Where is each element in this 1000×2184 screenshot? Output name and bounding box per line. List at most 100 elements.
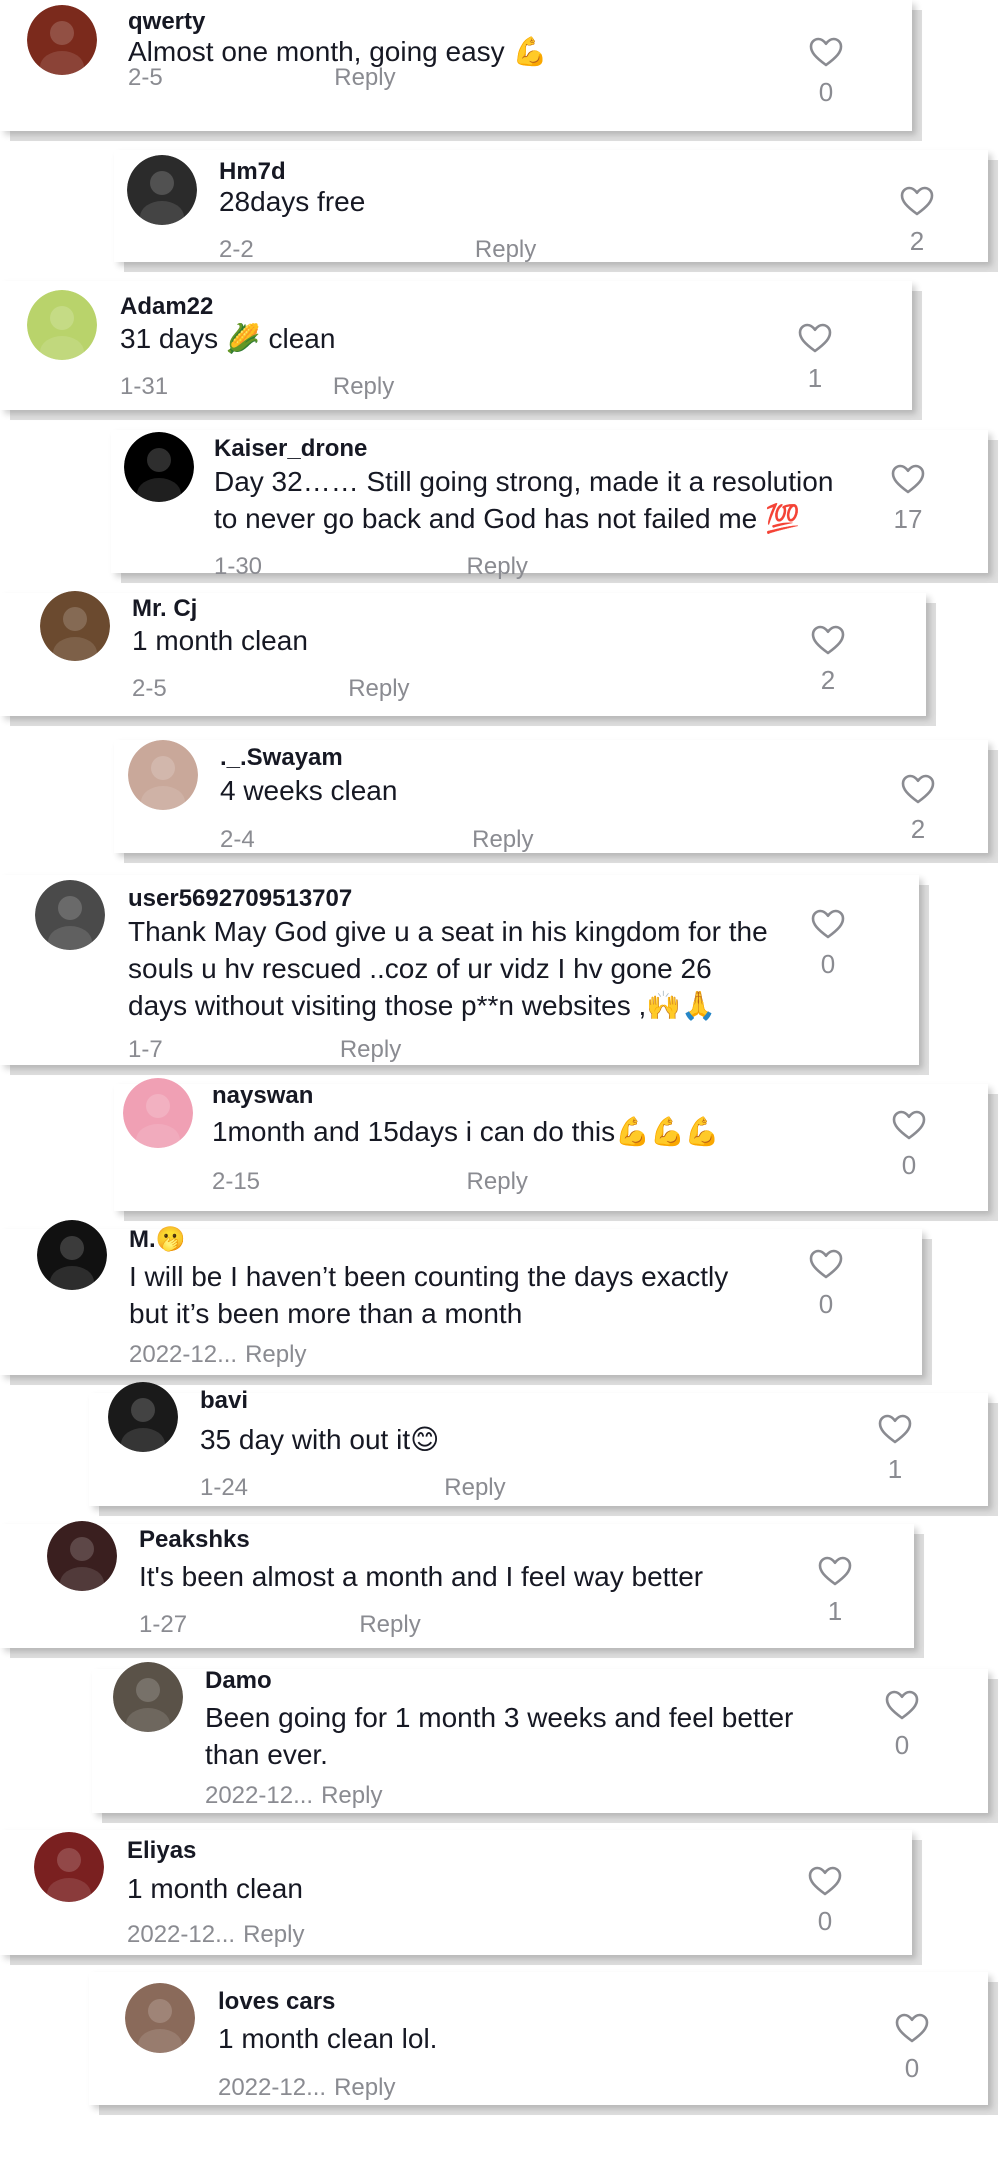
reply-button[interactable]: Reply bbox=[333, 373, 394, 401]
comment-date: 2-2 bbox=[218, 235, 254, 263]
like-count: 1 bbox=[827, 1595, 843, 1626]
comment-date: 1-27 bbox=[139, 1610, 188, 1638]
heart-outline-icon[interactable] bbox=[798, 323, 832, 353]
comment-username[interactable]: qwerty bbox=[128, 8, 205, 36]
comment-text: It's been almost a month and I feel way … bbox=[139, 1558, 703, 1595]
comment-card: Hm7d 28days free 2-2 Reply 2 bbox=[114, 150, 988, 264]
comment-text-line: 28days free bbox=[218, 185, 366, 217]
like-count: 2 bbox=[909, 225, 925, 256]
comment-card: Kaiser_drone Day 32…… Still going strong,… bbox=[111, 430, 988, 580]
reply-button[interactable]: Reply bbox=[475, 236, 536, 264]
like-count: 0 bbox=[894, 1729, 910, 1760]
comment-meta: 2-2 Reply bbox=[218, 235, 536, 264]
like-count: 0 bbox=[818, 77, 834, 107]
reply-button[interactable]: Reply bbox=[467, 553, 528, 581]
comment-date: 2-5 bbox=[132, 674, 167, 702]
avatar[interactable] bbox=[127, 739, 198, 810]
reply-button[interactable]: Reply bbox=[334, 64, 395, 92]
comment-username[interactable]: M.🫢 bbox=[129, 1225, 186, 1254]
comment-date: 2022-12... bbox=[127, 1920, 236, 1948]
avatar[interactable] bbox=[107, 1382, 178, 1452]
comment-username[interactable]: loves cars bbox=[218, 1988, 335, 2016]
comment-text-line: Day 32…… Still going strong, made it a r… bbox=[213, 465, 834, 497]
reply-button[interactable]: Reply bbox=[340, 1036, 401, 1064]
comment-date: 2022-12... bbox=[217, 2073, 327, 2101]
reply-button[interactable]: Reply bbox=[359, 1611, 420, 1639]
comment-meta: 1-31 Reply bbox=[120, 372, 394, 401]
comment-date: 1-24 bbox=[199, 1473, 249, 1501]
heart-outline-icon[interactable] bbox=[811, 625, 845, 655]
heart-outline-icon[interactable] bbox=[818, 1556, 852, 1586]
comment-card: Adam22 31 days 🌽 clean 1-31 Reply 1 bbox=[0, 281, 913, 411]
reply-button[interactable]: Reply bbox=[348, 675, 409, 703]
comment-username[interactable]: nayswan bbox=[212, 1082, 313, 1110]
comment-text-line: than ever. bbox=[204, 1738, 328, 1770]
reply-button[interactable]: Reply bbox=[243, 1921, 304, 1949]
comment-text: Thank May God give u a seat in his kingd… bbox=[128, 913, 768, 1024]
comment-card: Peakshks It's been almost a month and I f… bbox=[0, 1521, 914, 1649]
comment-date: 2022-12... bbox=[204, 1781, 314, 1809]
reply-button[interactable]: Reply bbox=[444, 1474, 505, 1502]
reply-button[interactable]: Reply bbox=[472, 826, 533, 854]
avatar[interactable] bbox=[124, 1982, 195, 2053]
like-count: 0 bbox=[818, 1289, 834, 1319]
heart-outline-icon[interactable] bbox=[809, 37, 843, 67]
comment-text-line: days without visiting those p**n website… bbox=[128, 989, 716, 1021]
heart-outline-icon[interactable] bbox=[808, 1866, 842, 1896]
avatar[interactable] bbox=[27, 5, 97, 75]
comment-text-line: 4 weeks clean bbox=[219, 774, 398, 806]
comment-username[interactable]: Damo bbox=[205, 1667, 272, 1695]
comment-meta: 2-5 Reply bbox=[128, 64, 396, 92]
comment-meta: 2-5 Reply bbox=[132, 674, 410, 703]
comment-username[interactable]: Eliyas bbox=[127, 1837, 196, 1865]
comment-date: 2-5 bbox=[128, 64, 163, 91]
reply-button[interactable]: Reply bbox=[321, 1782, 382, 1810]
reply-button[interactable]: Reply bbox=[467, 1168, 528, 1196]
avatar[interactable] bbox=[126, 154, 197, 225]
reply-button[interactable]: Reply bbox=[245, 1341, 306, 1369]
comment-username[interactable]: Hm7d bbox=[219, 158, 286, 186]
comment-text: Been going for 1 month 3 weeks and feel … bbox=[205, 1699, 793, 1773]
comment-username[interactable]: Peakshks bbox=[139, 1526, 250, 1554]
comment-username[interactable]: bavi bbox=[200, 1387, 248, 1415]
avatar[interactable] bbox=[123, 431, 194, 502]
avatar[interactable] bbox=[35, 879, 105, 950]
avatar[interactable] bbox=[47, 1521, 117, 1591]
comment-meta: 1-27 Reply bbox=[139, 1610, 421, 1639]
comment-meta: 2022-12... Reply bbox=[129, 1341, 306, 1369]
comment-date: 2022-12... bbox=[129, 1341, 238, 1368]
avatar[interactable] bbox=[37, 1220, 107, 1290]
like-count: 0 bbox=[820, 948, 836, 979]
comment-text-line: Been going for 1 month 3 weeks and feel … bbox=[204, 1701, 794, 1733]
comment-username[interactable]: user5692709513707 bbox=[128, 885, 352, 913]
heart-outline-icon[interactable] bbox=[901, 774, 935, 804]
comment-date: 1-31 bbox=[120, 372, 169, 400]
comment-meta: 2-4 Reply bbox=[220, 826, 534, 854]
avatar[interactable] bbox=[40, 591, 110, 661]
comment-card: qwerty Almost one month, going easy 💪 2-5 R… bbox=[0, 0, 913, 132]
comment-text: 28days free bbox=[219, 183, 365, 220]
heart-outline-icon[interactable] bbox=[878, 1414, 912, 1444]
avatar[interactable] bbox=[27, 289, 97, 360]
heart-outline-icon[interactable] bbox=[891, 464, 925, 494]
like-count: 2 bbox=[820, 664, 836, 695]
comment-username[interactable]: Adam22 bbox=[120, 293, 213, 321]
avatar[interactable] bbox=[122, 1078, 193, 1148]
heart-outline-icon[interactable] bbox=[809, 1249, 843, 1279]
comment-text-line: Thank May God give u a seat in his kingd… bbox=[128, 915, 768, 947]
heart-outline-icon[interactable] bbox=[811, 909, 845, 939]
comment-username[interactable]: ._.Swayam bbox=[220, 744, 343, 772]
comment-username[interactable]: Kaiser_drone bbox=[214, 435, 367, 463]
comment-card: nayswan 1month and 15days i can do this💪💪… bbox=[114, 1078, 988, 1211]
avatar[interactable] bbox=[112, 1662, 183, 1732]
heart-outline-icon[interactable] bbox=[892, 1110, 926, 1140]
comment-card: bavi 35 day with out it😊 1-24 Reply 1 bbox=[89, 1382, 988, 1507]
comment-username[interactable]: Mr. Cj bbox=[132, 595, 197, 623]
comment-meta: 2022-12... Reply bbox=[218, 2074, 395, 2102]
avatar[interactable] bbox=[34, 1831, 104, 1902]
heart-outline-icon[interactable] bbox=[900, 186, 934, 216]
heart-outline-icon[interactable] bbox=[885, 1690, 919, 1720]
comment-text: 1 month clean bbox=[127, 1870, 303, 1907]
heart-outline-icon[interactable] bbox=[895, 2013, 929, 2043]
reply-button[interactable]: Reply bbox=[334, 2074, 395, 2102]
